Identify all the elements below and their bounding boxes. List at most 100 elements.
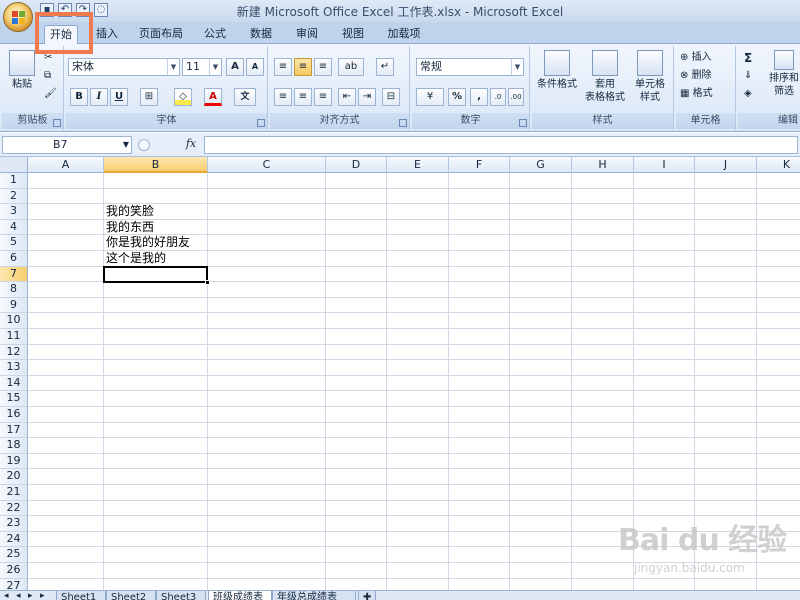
- row-header-25[interactable]: 25: [0, 547, 28, 563]
- row-header-7[interactable]: 7: [0, 266, 28, 283]
- next-sheet-icon[interactable]: ▸: [28, 591, 33, 600]
- row-header-2[interactable]: 2: [0, 188, 28, 205]
- office-button[interactable]: [3, 2, 33, 32]
- currency-button[interactable]: ¥: [416, 88, 444, 106]
- row-header-11[interactable]: 11: [0, 329, 28, 345]
- sheet-tab[interactable]: Sheet1: [56, 591, 106, 600]
- align-center-button[interactable]: ≡: [294, 88, 312, 106]
- autosum-button[interactable]: Σ: [744, 50, 752, 68]
- cell-b5[interactable]: 你是我的好朋友: [106, 235, 190, 250]
- align-top-button[interactable]: ≡: [274, 58, 292, 76]
- underline-button[interactable]: U: [110, 88, 128, 106]
- formula-expand-icon[interactable]: [138, 139, 150, 151]
- first-sheet-icon[interactable]: ◂: [4, 591, 9, 600]
- column-header-g[interactable]: G: [510, 157, 572, 173]
- row-header-1[interactable]: 1: [0, 173, 28, 189]
- phonetic-button[interactable]: 文: [234, 88, 256, 106]
- font-launcher-icon[interactable]: [257, 119, 265, 127]
- row-header-12[interactable]: 12: [0, 344, 28, 361]
- paste-button[interactable]: 粘贴: [6, 50, 38, 91]
- row-header-24[interactable]: 24: [0, 531, 28, 548]
- row-header-17[interactable]: 17: [0, 422, 28, 439]
- column-header-c[interactable]: C: [208, 157, 326, 173]
- comma-button[interactable]: ,: [470, 88, 488, 106]
- column-header-k[interactable]: K: [757, 157, 800, 173]
- cell-styles-button[interactable]: 单元格 样式: [630, 50, 670, 104]
- tab-insert[interactable]: 插入: [90, 25, 124, 44]
- decrease-indent-button[interactable]: ⇤: [338, 88, 356, 106]
- wrap-text-button[interactable]: ↵: [376, 58, 394, 76]
- active-cell-border[interactable]: [103, 265, 208, 284]
- sheet-tab[interactable]: Sheet2: [106, 591, 156, 600]
- sheet-tab[interactable]: 年级总成绩表: [272, 591, 356, 600]
- column-header-d[interactable]: D: [326, 157, 387, 173]
- increase-decimal-button[interactable]: .0: [490, 88, 506, 106]
- grow-font-button[interactable]: A: [226, 58, 244, 76]
- row-header-22[interactable]: 22: [0, 500, 28, 517]
- fill-handle[interactable]: [205, 280, 210, 286]
- clipboard-launcher-icon[interactable]: [53, 119, 61, 127]
- format-as-table-button[interactable]: 套用 表格格式: [582, 50, 628, 104]
- column-header-b[interactable]: B: [104, 157, 208, 173]
- fill-button[interactable]: ⇓: [744, 68, 752, 86]
- sheet-tab[interactable]: Sheet3: [156, 591, 206, 600]
- column-header-f[interactable]: F: [449, 157, 510, 173]
- row-header-3[interactable]: 3: [0, 204, 28, 220]
- row-header-10[interactable]: 10: [0, 313, 28, 329]
- row-header-19[interactable]: 19: [0, 453, 28, 470]
- row-header-9[interactable]: 9: [0, 297, 28, 314]
- column-header-i[interactable]: I: [634, 157, 695, 173]
- align-bottom-button[interactable]: ≡: [314, 58, 332, 76]
- cell-b6[interactable]: 这个是我的: [106, 251, 166, 266]
- percent-button[interactable]: %: [448, 88, 466, 106]
- align-left-button[interactable]: ≡: [274, 88, 292, 106]
- row-header-13[interactable]: 13: [0, 360, 28, 376]
- insert-sheet-icon[interactable]: ✚: [358, 591, 376, 600]
- align-right-button[interactable]: ≡: [314, 88, 332, 106]
- italic-button[interactable]: I: [90, 88, 108, 106]
- last-sheet-icon[interactable]: ▸: [40, 591, 45, 600]
- clear-button[interactable]: ◈: [744, 86, 752, 104]
- row-header-16[interactable]: 16: [0, 407, 28, 423]
- font-size-select[interactable]: 11 ▼: [182, 58, 222, 76]
- conditional-format-button[interactable]: 条件格式: [536, 50, 578, 91]
- orientation-button[interactable]: ab: [338, 58, 364, 76]
- number-launcher-icon[interactable]: [519, 119, 527, 127]
- prev-sheet-icon[interactable]: ◂: [16, 591, 21, 600]
- increase-indent-button[interactable]: ⇥: [358, 88, 376, 106]
- borders-button[interactable]: ⊞: [140, 88, 158, 106]
- align-middle-button[interactable]: ≡: [294, 58, 312, 76]
- row-header-23[interactable]: 23: [0, 516, 28, 532]
- tab-formulas[interactable]: 公式: [198, 25, 232, 44]
- row-header-26[interactable]: 26: [0, 563, 28, 579]
- decrease-decimal-button[interactable]: .00: [508, 88, 524, 106]
- tab-page-layout[interactable]: 页面布局: [134, 25, 188, 44]
- font-name-select[interactable]: 宋体 ▼: [68, 58, 180, 76]
- font-color-button[interactable]: A: [204, 88, 222, 106]
- row-header-20[interactable]: 20: [0, 469, 28, 485]
- shrink-font-button[interactable]: A: [246, 58, 264, 76]
- row-header-5[interactable]: 5: [0, 235, 28, 251]
- row-header-27[interactable]: 27: [0, 578, 28, 590]
- cell-b4[interactable]: 我的东西: [106, 220, 154, 235]
- insert-function-button[interactable]: fx: [180, 136, 202, 154]
- number-format-select[interactable]: 常规 ▼: [416, 58, 524, 76]
- column-header-h[interactable]: H: [572, 157, 634, 173]
- column-header-j[interactable]: J: [695, 157, 757, 173]
- row-header-6[interactable]: 6: [0, 251, 28, 267]
- alignment-launcher-icon[interactable]: [399, 119, 407, 127]
- formula-input[interactable]: [204, 136, 798, 154]
- sort-filter-button[interactable]: 排序和 筛选: [766, 50, 800, 98]
- fill-color-button[interactable]: ◇: [174, 88, 192, 106]
- tab-review[interactable]: 审阅: [290, 25, 324, 44]
- sheet-tab-active[interactable]: 班级成绩表: [208, 591, 272, 600]
- tab-view[interactable]: 视图: [336, 25, 370, 44]
- format-painter-icon[interactable]: 🖌: [44, 86, 57, 104]
- column-header-e[interactable]: E: [387, 157, 449, 173]
- cell-b3[interactable]: 我的笑脸: [106, 204, 154, 219]
- row-header-15[interactable]: 15: [0, 391, 28, 407]
- tab-data[interactable]: 数据: [244, 25, 278, 44]
- merge-center-button[interactable]: ⊟: [382, 88, 400, 106]
- copy-icon[interactable]: ⧉: [44, 68, 51, 86]
- format-cells-button[interactable]: ▦ 格式: [680, 86, 713, 104]
